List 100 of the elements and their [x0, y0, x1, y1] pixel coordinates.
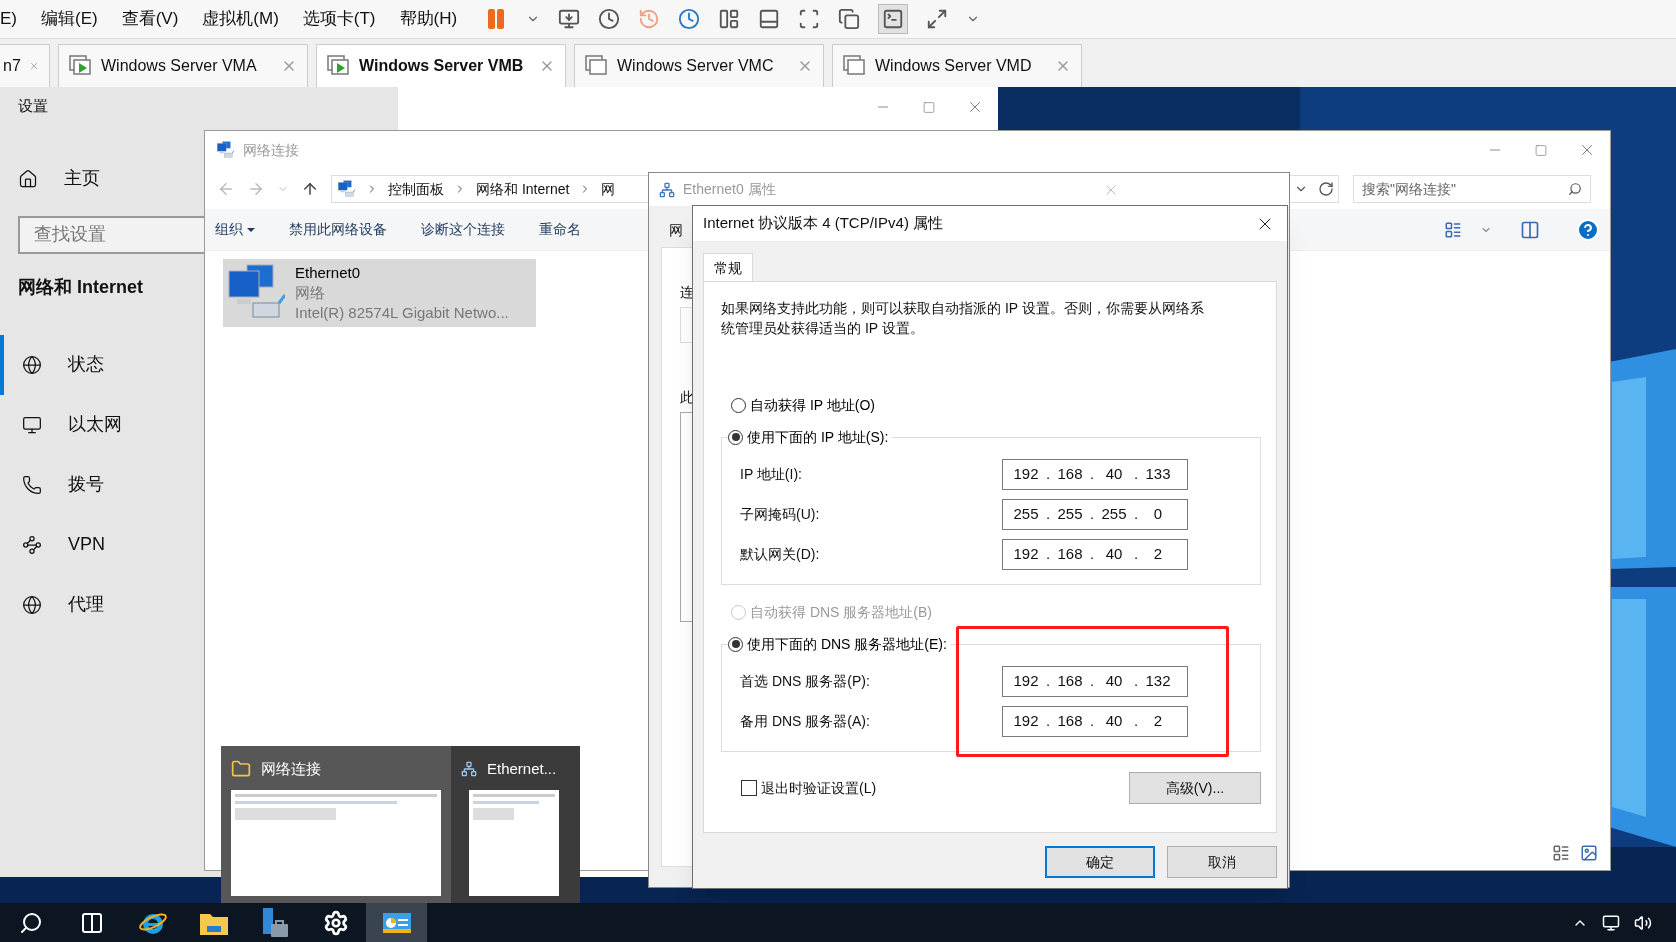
ip-address-field[interactable]: 192 . 168 . 40 . 132	[1002, 665, 1188, 697]
toolbar-command[interactable]: 诊断这个连接	[421, 219, 505, 240]
ip-address-field[interactable]: 192 . 168 . 40 . 133	[1002, 458, 1188, 490]
octet-text: 168	[1056, 710, 1084, 731]
field-label: IP 地址(I):	[739, 464, 803, 484]
vm-tab[interactable]: Windows Server VMA	[58, 44, 308, 87]
vm-tab[interactable]: Windows Server VMC	[574, 44, 824, 87]
radio-label: 使用下面的 IP 地址(S):	[747, 427, 889, 447]
octet-text: 192	[1012, 543, 1040, 564]
dot-separator: .	[1132, 463, 1140, 484]
field-label: 默认网关(D):	[739, 544, 821, 564]
tab-label: Windows Server VMD	[875, 56, 1033, 76]
dialog-title: Internet 协议版本 4 (TCP/IPv4) 属性	[703, 213, 944, 234]
dot-separator: .	[1132, 710, 1140, 731]
item-type: 网络	[295, 283, 326, 303]
octet-text: 2	[1152, 543, 1164, 564]
dot-separator: .	[1132, 543, 1140, 564]
octet-text: 0	[1152, 503, 1164, 524]
item-name: Ethernet0	[295, 263, 362, 283]
window-title: 网络连接	[243, 140, 299, 160]
field-label: 备用 DNS 服务器(A):	[739, 711, 871, 731]
dot-separator: .	[1044, 670, 1052, 691]
advanced-button[interactable]: 高级(V)...	[1129, 772, 1261, 804]
preview-title: 网络连接	[261, 758, 321, 779]
dot-separator: .	[1132, 670, 1140, 691]
octet-text: 133	[1144, 463, 1172, 484]
octet-text: 168	[1056, 670, 1084, 691]
radio-label: 自动获得 DNS 服务器地址(B)	[750, 602, 932, 622]
search-field[interactable]: 查找设置	[18, 215, 204, 254]
nav-item[interactable]: 以太网	[0, 394, 200, 455]
window-preview[interactable]: Ethernet...	[451, 746, 580, 903]
connection-item[interactable]: Ethernet0 网络 Intel(R) 82574L Gigabit Netwo...	[223, 259, 536, 327]
radio-label: 使用下面的 DNS 服务器地址(E):	[747, 634, 947, 654]
vm-tab[interactable]: n7	[0, 44, 50, 87]
tab-label: Windows Server VMB	[359, 56, 525, 76]
window-title: Ethernet0 属性	[683, 180, 776, 199]
section-heading: 网络和 Internet	[18, 275, 143, 299]
ip-address-field[interactable]: 255 . 255 . 255 . 0	[1002, 498, 1188, 530]
tab-label: Windows Server VMA	[101, 56, 258, 76]
octet-text: 192	[1012, 463, 1040, 484]
dialog-button[interactable]: 确定	[1045, 846, 1155, 878]
breadcrumb[interactable]: 网络和 Internet	[476, 178, 570, 200]
search-field[interactable]: 搜索"网络连接"	[1353, 175, 1591, 203]
ip-address-field[interactable]: 192 . 168 . 40 . 2	[1002, 538, 1188, 570]
dot-separator: .	[1044, 710, 1052, 731]
nav-item[interactable]: 拨号	[0, 454, 200, 515]
dialog-button[interactable]: 取消	[1167, 846, 1277, 878]
menu-item[interactable]: 查看(V)	[121, 6, 179, 32]
octet-text: 168	[1056, 463, 1084, 484]
octet-text: 255	[1056, 503, 1084, 524]
menu-item[interactable]: 选项卡(T)	[302, 6, 376, 32]
dot-separator: .	[1088, 710, 1096, 731]
octet-text: 40	[1104, 710, 1124, 731]
octet-text: 192	[1012, 710, 1040, 731]
window-preview[interactable]: 网络连接	[221, 746, 451, 903]
nav-item[interactable]: 状态	[0, 334, 200, 395]
octet-text: 40	[1104, 463, 1124, 484]
preview-title: Ethernet...	[487, 758, 557, 779]
menu-item[interactable]: 编辑(E)	[41, 6, 98, 32]
octet-text: 255	[1100, 503, 1128, 524]
window-title: 设置	[18, 96, 49, 116]
toolbar-command[interactable]: 重命名	[539, 219, 581, 240]
description-text: 如果网络支持此功能，则可以获取自动指派的 IP 设置。否则，你需要从网络系统管理员处获得适当的 IP 设置。	[721, 299, 1205, 338]
checkbox-label: 退出时验证设置(L)	[761, 778, 877, 798]
field-label: 连	[680, 283, 694, 302]
tab[interactable]: 常规	[703, 253, 753, 282]
dot-separator: .	[1044, 503, 1052, 524]
dot-separator: .	[1044, 543, 1052, 564]
octet-text: 168	[1056, 543, 1084, 564]
vm-tab[interactable]: Windows Server VMB	[316, 44, 566, 87]
dot-separator: .	[1132, 503, 1140, 524]
dot-separator: .	[1088, 463, 1096, 484]
ip-address-field[interactable]: 192 . 168 . 40 . 2	[1002, 705, 1188, 737]
nav-item[interactable]: VPN	[0, 514, 200, 575]
dot-separator: .	[1088, 503, 1096, 524]
dot-separator: .	[1044, 463, 1052, 484]
octet-text: 2	[1152, 710, 1164, 731]
octet-text: 132	[1144, 670, 1172, 691]
tab[interactable]: 网	[669, 220, 683, 241]
vm-tab[interactable]: Windows Server VMD	[832, 44, 1082, 87]
octet-text: 192	[1012, 670, 1040, 691]
tab-label: n7	[3, 56, 21, 76]
menu-item[interactable]: 帮助(H)	[399, 6, 458, 32]
dot-separator: .	[1088, 543, 1096, 564]
octet-text: 40	[1104, 670, 1124, 691]
tab-label: Windows Server VMC	[617, 56, 775, 76]
menu-item[interactable]: 虚拟机(M)	[202, 6, 279, 32]
octet-text: 255	[1012, 503, 1040, 524]
dot-separator: .	[1088, 670, 1096, 691]
menu-item[interactable]: E)	[0, 6, 17, 32]
nav-item[interactable]: 主页	[18, 161, 186, 196]
radio-label: 自动获得 IP 地址(O)	[750, 395, 875, 415]
field-label: 首选 DNS 服务器(P):	[739, 671, 871, 691]
octet-text: 40	[1104, 543, 1124, 564]
breadcrumb[interactable]: 控制面板	[388, 178, 444, 200]
toolbar-command[interactable]: 禁用此网络设备	[289, 219, 387, 240]
nav-item[interactable]: 代理	[0, 574, 200, 635]
toolbar-command[interactable]: 组织	[215, 219, 255, 240]
breadcrumb[interactable]: 网	[601, 178, 616, 200]
item-device: Intel(R) 82574L Gigabit Netwo...	[295, 303, 509, 323]
